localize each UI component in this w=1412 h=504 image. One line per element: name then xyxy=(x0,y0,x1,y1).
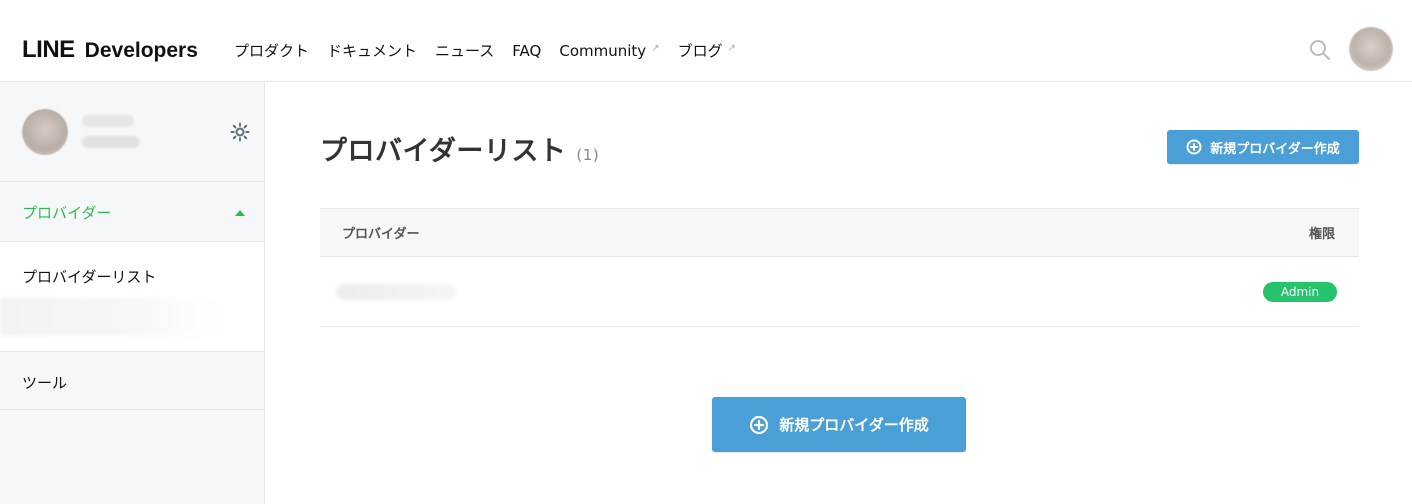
chevron-up-icon xyxy=(235,210,245,216)
logo-developers-text: Developers xyxy=(84,39,198,62)
top-header: LINE Developers プロダクト ドキュメント ニュース FAQ Co… xyxy=(0,0,1412,82)
nav-item-products[interactable]: プロダクト xyxy=(234,40,309,61)
nav-item-blog[interactable]: ブログ ↗ xyxy=(678,40,736,61)
nav-item-label: ドキュメント xyxy=(327,42,418,60)
search-icon-svg xyxy=(1310,40,1330,60)
table-header: プロバイダー 権限 xyxy=(320,209,1359,257)
nav-item-label: Community xyxy=(559,41,647,60)
plus-circle-icon xyxy=(1186,139,1202,155)
gear-icon-svg xyxy=(230,122,250,142)
redacted-provider-name xyxy=(336,283,456,300)
nav-item-label: ブログ xyxy=(677,42,723,60)
nav-item-community[interactable]: Community ↗ xyxy=(559,40,659,61)
provider-table: プロバイダー 権限 Admin xyxy=(320,208,1359,327)
permission-badge: Admin xyxy=(1263,281,1337,302)
nav-item-news[interactable]: ニュース xyxy=(435,40,494,61)
create-provider-button-label: 新規プロバイダー作成 xyxy=(779,417,929,434)
search-icon[interactable] xyxy=(1308,38,1332,62)
main-nav: プロダクト ドキュメント ニュース FAQ Community ↗ ブログ ↗ xyxy=(234,40,736,61)
provider-count: (1) xyxy=(576,146,600,164)
sidebar-submenu: プロバイダーリスト xyxy=(0,242,264,352)
table-header-provider: プロバイダー xyxy=(342,227,420,242)
plus-circle-icon xyxy=(749,415,769,435)
sidebar-section-label: プロバイダー xyxy=(22,204,112,222)
user-avatar[interactable] xyxy=(1349,27,1393,71)
nav-item-label: ニュース xyxy=(435,42,495,60)
external-link-icon: ↗ xyxy=(727,43,736,54)
profile-name-blur xyxy=(82,115,134,127)
nav-item-faq[interactable]: FAQ xyxy=(512,40,541,61)
profile-meta-blur xyxy=(82,136,140,148)
create-provider-button-top[interactable]: 新規プロバイダー作成 xyxy=(1167,130,1359,164)
table-header-permission: 権限 xyxy=(1308,227,1335,242)
line-developers-logo[interactable]: LINE Developers xyxy=(22,36,198,64)
main-content: プロバイダーリスト (1) 新規プロバイダー作成 プロバイダー 権限 Admin xyxy=(265,82,1412,504)
create-provider-button-label: 新規プロバイダー作成 xyxy=(1210,140,1340,156)
table-row[interactable]: Admin xyxy=(320,257,1359,327)
sidebar-tools-label: ツール xyxy=(22,374,68,392)
plus-circle-icon-svg xyxy=(1186,139,1202,155)
external-link-icon: ↗ xyxy=(651,43,660,54)
logo-line-text: LINE xyxy=(22,36,75,63)
sidebar-item-tools[interactable]: ツール xyxy=(0,352,264,410)
nav-item-label: FAQ xyxy=(512,41,542,60)
plus-circle-icon-svg xyxy=(750,415,769,434)
page-title: プロバイダーリスト (1) xyxy=(320,129,599,168)
sidebar-item-provider-list[interactable]: プロバイダーリスト xyxy=(22,266,156,287)
sidebar-profile xyxy=(0,82,264,182)
gear-icon[interactable] xyxy=(230,122,250,142)
nav-item-documents[interactable]: ドキュメント xyxy=(327,40,417,61)
redacted-sidebar-item xyxy=(0,298,220,336)
sidebar-section-provider[interactable]: プロバイダー xyxy=(0,182,264,242)
create-provider-button-center[interactable]: 新規プロバイダー作成 xyxy=(712,397,966,452)
page-title-text: プロバイダーリスト xyxy=(320,136,567,167)
sidebar: プロバイダー プロバイダーリスト ツール xyxy=(0,82,265,504)
nav-item-label: プロダクト xyxy=(234,42,310,60)
profile-avatar xyxy=(22,109,68,155)
